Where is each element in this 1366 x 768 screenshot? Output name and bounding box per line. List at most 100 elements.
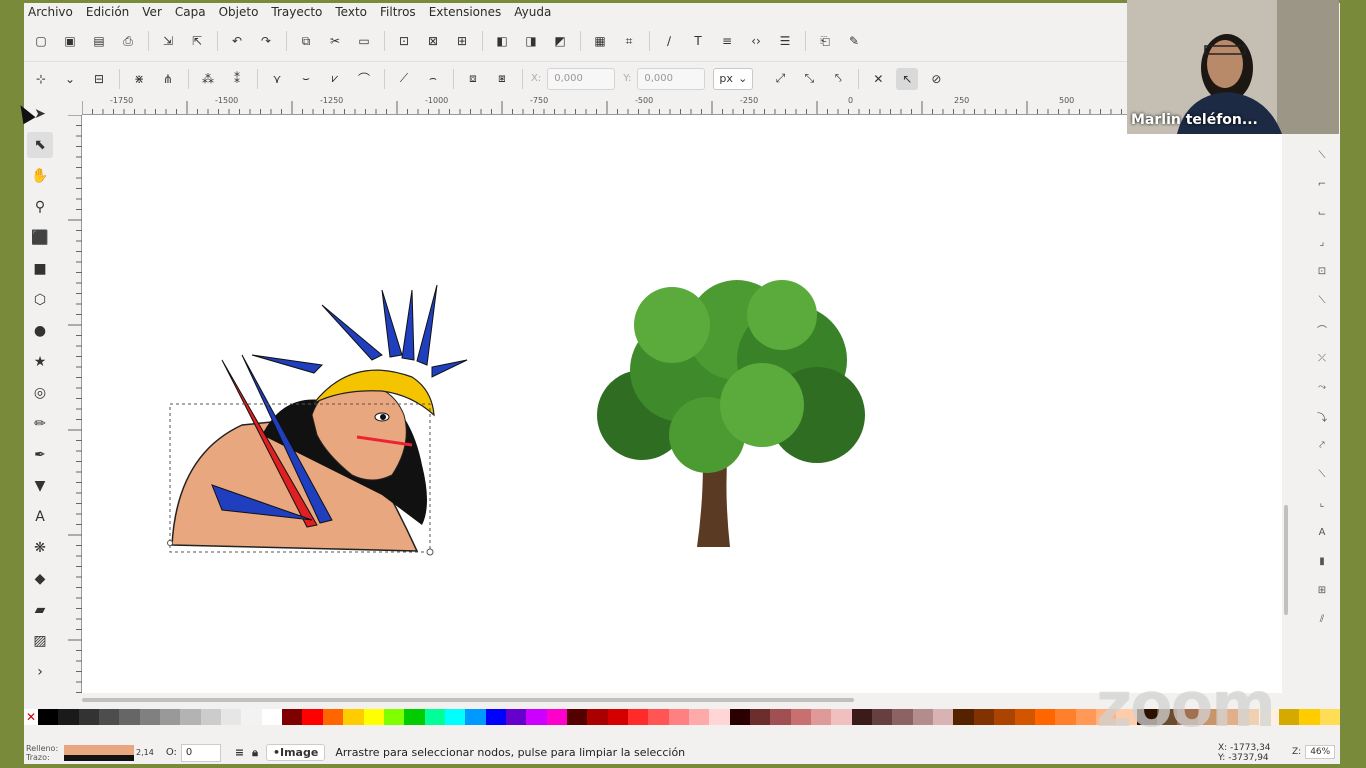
color-swatch[interactable] [546,709,567,725]
menu-trayecto[interactable]: Trayecto [271,5,322,19]
xml-editor-icon[interactable]: ‹› [745,30,767,52]
color-swatch[interactable] [953,709,974,725]
color-swatch[interactable] [648,709,669,725]
color-swatch[interactable] [851,709,873,725]
paint-bucket-tool-icon[interactable]: ▰ [27,597,53,623]
expand-tools-icon[interactable]: › [27,659,53,685]
save-icon[interactable]: ▤ [88,30,110,52]
gradient-tool-icon[interactable]: ▨ [27,628,53,654]
clone-icon[interactable]: ◨ [520,30,542,52]
menu-extensiones[interactable]: Extensiones [429,5,502,19]
unlink-clone-icon[interactable]: ◩ [549,30,571,52]
color-swatch[interactable] [892,709,913,725]
delete-segment-icon[interactable]: ⁑ [226,68,248,90]
color-swatch[interactable] [221,709,242,725]
color-swatch[interactable] [770,709,791,725]
scroll-thumb[interactable] [1284,505,1288,615]
document-properties-icon[interactable]: ⎗ [814,30,836,52]
fill-stroke-icon[interactable]: ∕ [658,30,680,52]
stroke-swatch[interactable] [64,754,134,761]
fill-stroke-indicator[interactable] [64,744,134,761]
text-tool-icon[interactable]: A [27,504,53,530]
auto-smooth-node-icon[interactable]: ⌒ [353,68,375,90]
import-icon[interactable]: ⇲ [157,30,179,52]
snap-cusp-nodes-icon[interactable]: ⤳ [1312,377,1332,397]
object-to-path-icon[interactable]: ⧈ [462,68,484,90]
vertical-scrollbar[interactable] [1282,115,1290,693]
measure-tool-icon[interactable]: ⬛ [27,225,53,251]
menu-ayuda[interactable]: Ayuda [514,5,551,19]
menu-archivo[interactable]: Archivo [28,5,73,19]
opacity-input[interactable]: 0 [180,743,221,762]
lock-icon[interactable]: 🔒︎ [252,746,258,760]
show-bbox-icon[interactable]: ✕ [867,68,889,90]
undo-icon[interactable]: ↶ [226,30,248,52]
scroll-thumb[interactable] [82,698,854,702]
join-segment-icon[interactable]: ⁂ [197,68,219,90]
color-swatch[interactable] [689,709,710,725]
zoom-tool-icon[interactable]: ⚲ [27,194,53,220]
color-swatch[interactable] [343,709,364,725]
tree-illustration[interactable] [597,280,865,547]
paste-icon[interactable]: ▭ [353,30,375,52]
calligraphy-tool-icon[interactable]: ▼ [27,473,53,499]
snap-paths-icon[interactable]: ⌒ [1312,319,1332,339]
color-swatch[interactable] [1278,709,1300,725]
segment-line-icon[interactable]: ⟋ [393,68,415,90]
stroke-to-path-icon[interactable]: ⧆ [491,68,513,90]
color-swatch[interactable] [668,709,689,725]
color-swatch[interactable] [729,709,751,725]
group-icon[interactable]: ▦ [589,30,611,52]
zoom-page-icon[interactable]: ⊞ [451,30,473,52]
color-swatch[interactable] [709,709,730,725]
snap-bbox-edges-icon[interactable]: ⌙ [1312,203,1332,223]
color-swatch[interactable] [607,709,628,725]
layers-icon[interactable]: ≡ [235,746,244,759]
menu-filtros[interactable]: Filtros [380,5,416,19]
zoom-participant-video[interactable]: Marlin teléfon... [1127,0,1339,134]
color-swatch[interactable] [99,709,120,725]
snap-bbox-corners-icon[interactable]: ⌟ [1312,232,1332,252]
color-swatch[interactable] [38,709,59,725]
align-distribute-icon[interactable]: ☰ [774,30,796,52]
no-paint-swatch[interactable]: ✕ [24,709,38,725]
color-swatch[interactable] [261,709,283,725]
show-clip-icon[interactable]: ⤡ [798,68,820,90]
ellipse-tool-icon[interactable]: ● [27,318,53,344]
color-swatch[interactable] [750,709,771,725]
show-path-outline-icon[interactable]: ⊘ [925,68,947,90]
smooth-node-icon[interactable]: ⌣ [295,68,317,90]
snap-smooth-nodes-icon[interactable]: ⤵ [1312,406,1332,426]
join-nodes-icon[interactable]: ⋇ [128,68,150,90]
color-swatch[interactable] [424,709,445,725]
color-swatch[interactable] [119,709,140,725]
show-handles-icon[interactable]: ↖ [896,67,919,90]
color-swatch[interactable] [180,709,201,725]
snap-line-midpoints-icon[interactable]: ⤤ [1312,435,1332,455]
color-swatch[interactable] [200,709,222,725]
preferences-icon[interactable]: ✎ [843,30,865,52]
break-path-icon[interactable]: ⋔ [157,68,179,90]
spiral-tool-icon[interactable]: ◎ [27,380,53,406]
indigenous-figure-illustration[interactable] [167,284,468,556]
color-swatch[interactable] [78,709,100,725]
color-swatch[interactable] [811,709,832,725]
color-swatch[interactable] [566,709,588,725]
color-swatch[interactable] [139,709,161,725]
snap-grid-icon[interactable]: ⊞ [1312,580,1332,600]
redo-icon[interactable]: ↷ [255,30,277,52]
insert-node-icon[interactable]: ⊹ [30,68,52,90]
zoom-drawing-icon[interactable]: ⊠ [422,30,444,52]
color-swatch[interactable] [404,709,425,725]
rectangle-tool-icon[interactable]: ■ [27,256,53,282]
color-swatch[interactable] [58,709,79,725]
snap-page-border-icon[interactable]: ▮ [1312,551,1332,571]
snap-bbox-midpoints-icon[interactable]: ⊡ [1312,261,1332,281]
menu-capa[interactable]: Capa [175,5,206,19]
snap-bbox-icon[interactable]: ⌐ [1312,174,1332,194]
unit-select[interactable]: px ⌄ [713,67,754,90]
color-swatch[interactable] [790,709,812,725]
color-swatch[interactable] [363,709,384,725]
menu-ver[interactable]: Ver [142,5,162,19]
pen-tool-icon[interactable]: ✒ [27,442,53,468]
